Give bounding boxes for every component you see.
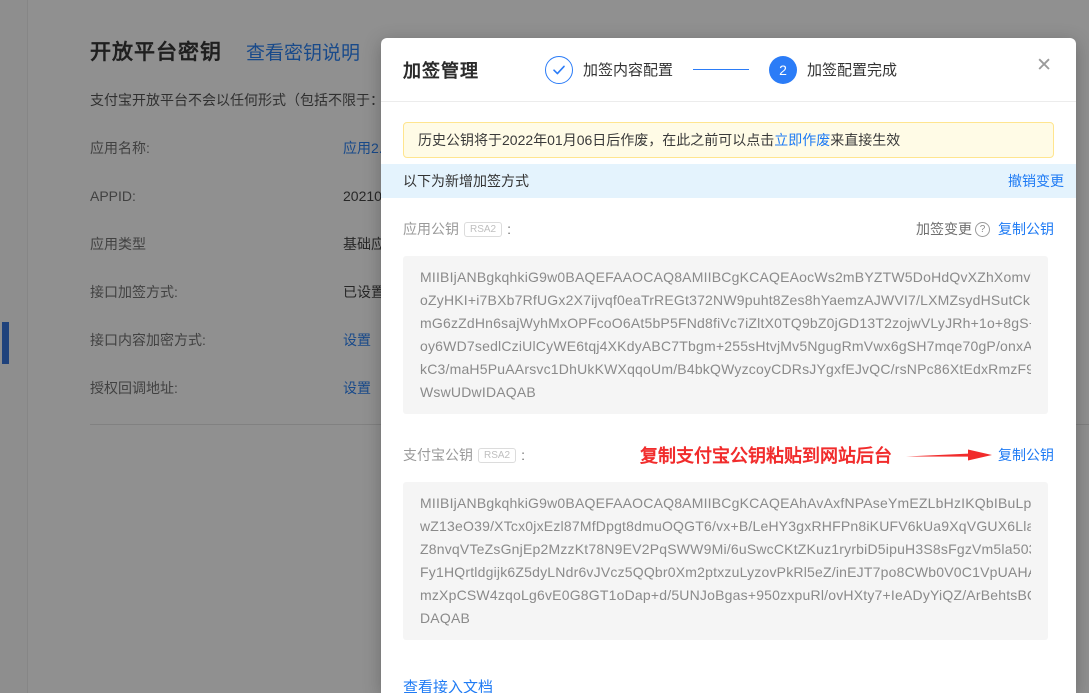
step2-number-badge: 2 xyxy=(769,56,797,84)
key-line: oy6WD7sedlCziUlCyWE6tqj4XKdyABC7Tbgm+255… xyxy=(420,335,1031,358)
notice-bar: 以下为新增加签方式 撤销变更 xyxy=(381,164,1076,198)
step2-label: 加签配置完成 xyxy=(807,59,897,80)
key-line: Z8nvqVTeZsGnjEp2MzzKt78N9EV2PqSWW9Mi/6uS… xyxy=(420,538,1031,561)
app-public-key-label: 应用公钥 xyxy=(403,219,459,239)
app-public-key-header: 应用公钥 RSA2 : 加签变更 ? 复制公钥 xyxy=(403,218,1054,240)
warning-text: 历史公钥将于2022年01月06日后作废，在此之前可以点击 xyxy=(418,130,774,150)
key-line: MIIBIjANBgkqhkiG9w0BAQEFAAOCAQ8AMIIBCgKC… xyxy=(420,492,1031,515)
copy-alipay-public-key-link[interactable]: 复制公钥 xyxy=(998,445,1054,465)
step1-label: 加签内容配置 xyxy=(583,59,673,80)
key-line: mG6zZdHn6sajWyhMxOPFcoO6At5bP5FNd8fiVc7i… xyxy=(420,312,1031,335)
red-arrow-icon xyxy=(906,445,992,465)
screen: 开放平台密钥 查看密钥说明 支付宝开放平台不会以任何形式（包括不限于： 应用名称… xyxy=(0,0,1089,693)
key-line: wZ13eO39/XTcx0jxEzl87MfDpgt8dmuOQGT6/vx+… xyxy=(420,515,1031,538)
rsa2-tag: RSA2 xyxy=(464,222,502,237)
help-icon[interactable]: ? xyxy=(975,222,990,237)
alipay-public-key-box[interactable]: MIIBIjANBgkqhkiG9w0BAQEFAAOCAQ8AMIIBCgKC… xyxy=(403,482,1048,640)
key-line: oZyHKI+i7BXb7RfUGx2X7ijvqf0eaTrREGt372NW… xyxy=(420,289,1031,312)
key-line: Fy1HQrtldgijk6Z5dyLNdr6vJVcz5QQbr0Xm2ptx… xyxy=(420,561,1031,584)
modal-title: 加签管理 xyxy=(403,57,479,83)
key-line: kC3/maH5PuAArsvc1DhUkKWXqqoUm/B4bkQWyzco… xyxy=(420,358,1031,381)
step1-check-icon xyxy=(545,56,573,84)
stepper: 加签内容配置 2 加签配置完成 xyxy=(545,56,897,84)
app-public-key-box[interactable]: MIIBIjANBgkqhkiG9w0BAQEFAAOCAQ8AMIIBCgKC… xyxy=(403,256,1048,414)
copy-app-public-key-link[interactable]: 复制公钥 xyxy=(998,219,1054,239)
colon: : xyxy=(521,447,525,463)
sign-change-label: 加签变更 xyxy=(916,219,972,239)
alipay-public-key-label: 支付宝公钥 xyxy=(403,445,473,465)
alipay-public-key-header: 支付宝公钥 RSA2 : 复制支付宝公钥粘贴到网站后台 复制公钥 xyxy=(403,444,1054,466)
modal-header: 加签管理 加签内容配置 2 加签配置完成 ✕ xyxy=(381,38,1076,102)
colon: : xyxy=(507,221,511,237)
notice-text: 以下为新增加签方式 xyxy=(403,171,529,191)
copy-key-annotation: 复制支付宝公钥粘贴到网站后台 xyxy=(640,442,892,468)
rsa2-tag: RSA2 xyxy=(478,448,516,463)
warning-banner: 历史公钥将于2022年01月06日后作废，在此之前可以点击立即作废来直接生效 xyxy=(403,122,1054,158)
step-connector xyxy=(693,69,749,70)
close-icon[interactable]: ✕ xyxy=(1036,56,1052,75)
key-line: MIIBIjANBgkqhkiG9w0BAQEFAAOCAQ8AMIIBCgKC… xyxy=(420,266,1031,289)
view-docs-link[interactable]: 查看接入文档 xyxy=(403,676,493,693)
key-line: DAQAB xyxy=(420,607,1031,630)
key-line: WswUDwIDAQAB xyxy=(420,381,1031,404)
modal-body: 历史公钥将于2022年01月06日后作废，在此之前可以点击立即作废来直接生效 以… xyxy=(381,102,1076,693)
key-line: mzXpCSW4zqoLg6vE0G8GT1oDap+d/5UNJoBgas+9… xyxy=(420,584,1031,607)
invalidate-now-link[interactable]: 立即作废 xyxy=(774,130,830,150)
warning-text: 来直接生效 xyxy=(830,130,900,150)
signature-management-modal: 加签管理 加签内容配置 2 加签配置完成 ✕ 历史公钥将于2022年01月06日… xyxy=(381,38,1076,693)
revert-change-link[interactable]: 撤销变更 xyxy=(1008,171,1064,191)
